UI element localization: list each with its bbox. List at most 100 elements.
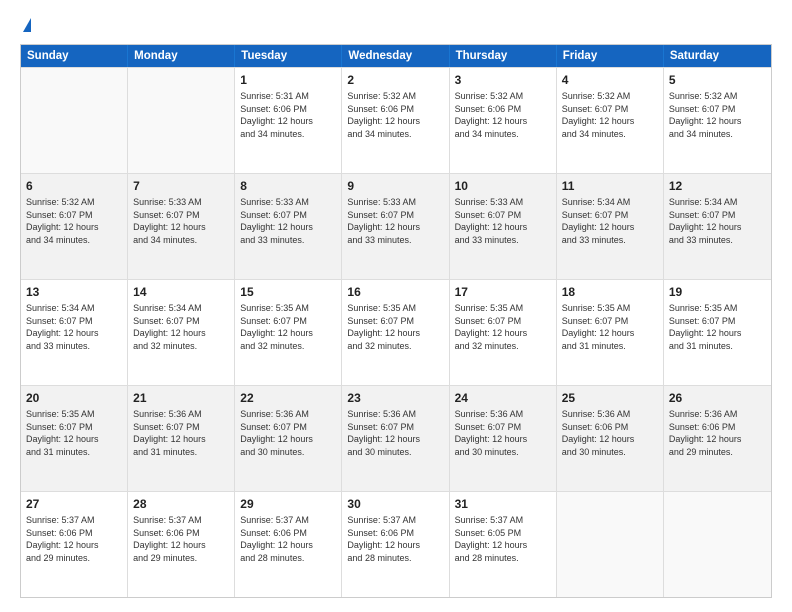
week-row-1: 1Sunrise: 5:31 AM Sunset: 6:06 PM Daylig… — [21, 67, 771, 173]
header-day-sunday: Sunday — [21, 45, 128, 67]
day-details: Sunrise: 5:35 AM Sunset: 6:07 PM Dayligh… — [347, 302, 443, 352]
day-cell-2: 2Sunrise: 5:32 AM Sunset: 6:06 PM Daylig… — [342, 68, 449, 173]
header-day-tuesday: Tuesday — [235, 45, 342, 67]
day-details: Sunrise: 5:37 AM Sunset: 6:06 PM Dayligh… — [347, 514, 443, 564]
day-details: Sunrise: 5:34 AM Sunset: 6:07 PM Dayligh… — [26, 302, 122, 352]
week-row-3: 13 Sunrise: 5:34 AM Sunset: 6:07 PM Dayli… — [21, 279, 771, 385]
day-number: 25 — [562, 390, 658, 406]
day-details: Sunrise: 5:33 AM Sunset: 6:07 PM Dayligh… — [133, 196, 229, 246]
day-details: Sunrise: 5:33 AM Sunset: 6:07 PM Dayligh… — [347, 196, 443, 246]
day-number: 1 — [240, 72, 336, 88]
day-number: 18 — [562, 284, 658, 300]
header — [20, 18, 772, 34]
day-number: 27 — [26, 496, 122, 512]
day-number: 17 — [455, 284, 551, 300]
day-cell-10: 10 Sunrise: 5:33 AM Sunset: 6:07 PM Dayli… — [450, 174, 557, 279]
day-details: Sunrise: 5:33 AM Sunset: 6:07 PM Dayligh… — [455, 196, 551, 246]
day-cell-16: 16 Sunrise: 5:35 AM Sunset: 6:07 PM Dayli… — [342, 280, 449, 385]
header-day-thursday: Thursday — [450, 45, 557, 67]
day-number: 7 — [133, 178, 229, 194]
empty-cell — [557, 492, 664, 597]
day-cell-5: 5 Sunrise: 5:32 AM Sunset: 6:07 PM Daylig… — [664, 68, 771, 173]
day-cell-15: 15Sunrise: 5:35 AM Sunset: 6:07 PM Dayli… — [235, 280, 342, 385]
day-cell-17: 17 Sunrise: 5:35 AM Sunset: 6:07 PM Dayli… — [450, 280, 557, 385]
day-number: 31 — [455, 496, 551, 512]
day-details: Sunrise: 5:36 AM Sunset: 6:07 PM Dayligh… — [347, 408, 443, 458]
day-details: Sunrise: 5:32 AM Sunset: 6:07 PM Dayligh… — [562, 90, 658, 140]
day-details: Sunrise: 5:36 AM Sunset: 6:06 PM Dayligh… — [669, 408, 766, 458]
day-cell-28: 28Sunrise: 5:37 AM Sunset: 6:06 PM Dayli… — [128, 492, 235, 597]
header-day-saturday: Saturday — [664, 45, 771, 67]
day-cell-6: 6 Sunrise: 5:32 AM Sunset: 6:07 PM Daylig… — [21, 174, 128, 279]
day-cell-3: 3 Sunrise: 5:32 AM Sunset: 6:06 PM Daylig… — [450, 68, 557, 173]
header-day-wednesday: Wednesday — [342, 45, 449, 67]
empty-cell — [664, 492, 771, 597]
day-number: 5 — [669, 72, 766, 88]
day-cell-27: 27 Sunrise: 5:37 AM Sunset: 6:06 PM Dayli… — [21, 492, 128, 597]
day-cell-30: 30 Sunrise: 5:37 AM Sunset: 6:06 PM Dayli… — [342, 492, 449, 597]
day-cell-26: 26 Sunrise: 5:36 AM Sunset: 6:06 PM Dayli… — [664, 386, 771, 491]
day-details: Sunrise: 5:35 AM Sunset: 6:07 PM Dayligh… — [669, 302, 766, 352]
day-details: Sunrise: 5:34 AM Sunset: 6:07 PM Dayligh… — [669, 196, 766, 246]
day-details: Sunrise: 5:35 AM Sunset: 6:07 PM Dayligh… — [26, 408, 122, 458]
day-details: Sunrise: 5:32 AM Sunset: 6:06 PM Dayligh… — [455, 90, 551, 140]
day-cell-9: 9 Sunrise: 5:33 AM Sunset: 6:07 PM Daylig… — [342, 174, 449, 279]
header-day-friday: Friday — [557, 45, 664, 67]
day-number: 14 — [133, 284, 229, 300]
day-cell-1: 1Sunrise: 5:31 AM Sunset: 6:06 PM Daylig… — [235, 68, 342, 173]
day-number: 3 — [455, 72, 551, 88]
day-details: Sunrise: 5:37 AM Sunset: 6:06 PM Dayligh… — [26, 514, 122, 564]
day-details: Sunrise: 5:32 AM Sunset: 6:07 PM Dayligh… — [669, 90, 766, 140]
week-row-2: 6 Sunrise: 5:32 AM Sunset: 6:07 PM Daylig… — [21, 173, 771, 279]
day-details: Sunrise: 5:35 AM Sunset: 6:07 PM Dayligh… — [240, 302, 336, 352]
day-number: 2 — [347, 72, 443, 88]
day-number: 8 — [240, 178, 336, 194]
day-details: Sunrise: 5:36 AM Sunset: 6:07 PM Dayligh… — [455, 408, 551, 458]
day-details: Sunrise: 5:35 AM Sunset: 6:07 PM Dayligh… — [562, 302, 658, 352]
day-details: Sunrise: 5:36 AM Sunset: 6:06 PM Dayligh… — [562, 408, 658, 458]
day-details: Sunrise: 5:36 AM Sunset: 6:07 PM Dayligh… — [133, 408, 229, 458]
header-day-monday: Monday — [128, 45, 235, 67]
empty-cell — [21, 68, 128, 173]
day-number: 20 — [26, 390, 122, 406]
day-cell-12: 12Sunrise: 5:34 AM Sunset: 6:07 PM Dayli… — [664, 174, 771, 279]
empty-cell — [128, 68, 235, 173]
day-number: 29 — [240, 496, 336, 512]
day-number: 26 — [669, 390, 766, 406]
day-number: 6 — [26, 178, 122, 194]
calendar-body: 1Sunrise: 5:31 AM Sunset: 6:06 PM Daylig… — [21, 67, 771, 597]
day-cell-24: 24Sunrise: 5:36 AM Sunset: 6:07 PM Dayli… — [450, 386, 557, 491]
day-details: Sunrise: 5:37 AM Sunset: 6:06 PM Dayligh… — [133, 514, 229, 564]
day-number: 4 — [562, 72, 658, 88]
day-cell-7: 7 Sunrise: 5:33 AM Sunset: 6:07 PM Daylig… — [128, 174, 235, 279]
day-details: Sunrise: 5:36 AM Sunset: 6:07 PM Dayligh… — [240, 408, 336, 458]
day-number: 13 — [26, 284, 122, 300]
day-number: 11 — [562, 178, 658, 194]
day-number: 19 — [669, 284, 766, 300]
calendar: SundayMondayTuesdayWednesdayThursdayFrid… — [20, 44, 772, 598]
logo — [20, 18, 31, 34]
day-cell-29: 29 Sunrise: 5:37 AM Sunset: 6:06 PM Dayli… — [235, 492, 342, 597]
day-details: Sunrise: 5:34 AM Sunset: 6:07 PM Dayligh… — [562, 196, 658, 246]
day-cell-25: 25 Sunrise: 5:36 AM Sunset: 6:06 PM Dayli… — [557, 386, 664, 491]
week-row-4: 20 Sunrise: 5:35 AM Sunset: 6:07 PM Dayli… — [21, 385, 771, 491]
day-number: 10 — [455, 178, 551, 194]
day-cell-8: 8 Sunrise: 5:33 AM Sunset: 6:07 PM Daylig… — [235, 174, 342, 279]
calendar-header: SundayMondayTuesdayWednesdayThursdayFrid… — [21, 45, 771, 67]
day-cell-13: 13 Sunrise: 5:34 AM Sunset: 6:07 PM Dayli… — [21, 280, 128, 385]
day-details: Sunrise: 5:35 AM Sunset: 6:07 PM Dayligh… — [455, 302, 551, 352]
day-cell-22: 22 Sunrise: 5:36 AM Sunset: 6:07 PM Dayli… — [235, 386, 342, 491]
day-cell-18: 18 Sunrise: 5:35 AM Sunset: 6:07 PM Dayli… — [557, 280, 664, 385]
day-number: 30 — [347, 496, 443, 512]
day-cell-20: 20 Sunrise: 5:35 AM Sunset: 6:07 PM Dayli… — [21, 386, 128, 491]
day-number: 22 — [240, 390, 336, 406]
day-details: Sunrise: 5:37 AM Sunset: 6:06 PM Dayligh… — [240, 514, 336, 564]
day-cell-23: 23Sunrise: 5:36 AM Sunset: 6:07 PM Dayli… — [342, 386, 449, 491]
day-number: 16 — [347, 284, 443, 300]
day-cell-31: 31Sunrise: 5:37 AM Sunset: 6:05 PM Dayli… — [450, 492, 557, 597]
day-number: 9 — [347, 178, 443, 194]
week-row-5: 27 Sunrise: 5:37 AM Sunset: 6:06 PM Dayli… — [21, 491, 771, 597]
day-details: Sunrise: 5:33 AM Sunset: 6:07 PM Dayligh… — [240, 196, 336, 246]
day-details: Sunrise: 5:32 AM Sunset: 6:07 PM Dayligh… — [26, 196, 122, 246]
day-cell-21: 21Sunrise: 5:36 AM Sunset: 6:07 PM Dayli… — [128, 386, 235, 491]
